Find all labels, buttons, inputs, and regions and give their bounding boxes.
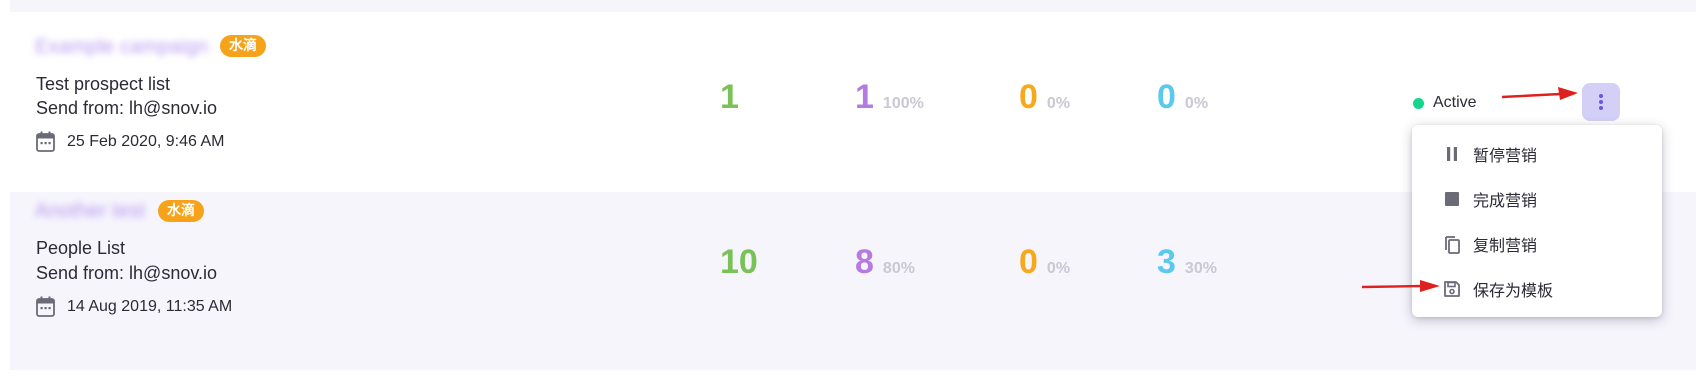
stat-sent: 1 [720,80,739,114]
stat-replied: 3 30% [1157,245,1217,279]
campaign-type-badge: 水滴 [158,200,204,222]
clicked-count: 0 [1019,78,1038,116]
menu-label: 复制营销 [1473,236,1538,255]
campaign-list: Example campaign 水滴 Test prospect list S… [0,0,1696,381]
more-actions-button[interactable] [1582,83,1620,121]
status-text: Active [1433,94,1477,111]
more-vertical-icon [1599,94,1603,110]
date-text: 25 Feb 2020, 9:46 AM [67,132,225,150]
menu-item-save-template[interactable]: 保存为模板 [1412,267,1662,311]
stat-clicked: 0 0% [1019,80,1070,114]
stat-opened: 8 80% [855,245,915,279]
menu-item-finish[interactable]: 完成营销 [1412,177,1662,221]
stat-sent: 10 [720,245,758,279]
sent-count: 10 [720,243,758,281]
campaign-status: Active [1413,94,1477,112]
status-active-dot [1413,97,1424,109]
replied-percent: 30% [1184,260,1217,277]
clicked-count: 0 [1019,243,1038,281]
campaign-actions-menu: 暂停营销 完成营销 复制营销 保存为模板 [1412,125,1662,317]
opened-percent: 80% [882,260,915,277]
clicked-percent: 0% [1046,260,1071,277]
menu-item-pause[interactable]: 暂停营销 [1412,132,1662,176]
campaign-date: 14 Aug 2019, 11:35 AM [36,296,232,317]
opened-count: 8 [855,243,874,281]
calendar-icon [36,296,55,317]
prospect-list-name: People List [36,238,126,258]
opened-percent: 100% [882,95,924,112]
pause-icon [1447,147,1457,161]
clicked-percent: 0% [1046,95,1071,112]
replied-count: 0 [1157,78,1176,116]
replied-percent: 0% [1184,95,1209,112]
red-arrow-icon [1361,280,1440,292]
sent-count: 1 [720,78,739,116]
menu-label: 完成营销 [1473,191,1538,210]
red-arrow-icon [1501,87,1578,100]
replied-count: 3 [1157,243,1176,281]
menu-item-duplicate[interactable]: 复制营销 [1412,222,1662,266]
campaign-name[interactable]: Example campaign [35,36,208,59]
send-from-label: Send from: lh@snov.io [36,98,218,118]
date-text: 14 Aug 2019, 11:35 AM [67,297,233,315]
calendar-icon [36,131,55,152]
campaign-date: 25 Feb 2020, 9:46 AM [36,131,224,152]
stat-clicked: 0 0% [1019,245,1070,279]
save-icon [1444,281,1460,297]
copy-icon [1445,236,1460,254]
menu-label: 暂停营销 [1473,146,1538,165]
previous-row-edge [10,0,1696,12]
prospect-list-name: Test prospect list [36,74,171,94]
campaign-name[interactable]: Another test [35,200,145,223]
opened-count: 1 [855,78,874,116]
campaign-type-badge: 水滴 [220,35,266,57]
stat-opened: 1 100% [855,80,924,114]
menu-label: 保存为模板 [1473,281,1554,300]
stat-replied: 0 0% [1157,80,1208,114]
stop-icon [1445,192,1459,206]
send-from-label: Send from: lh@snov.io [36,263,218,283]
